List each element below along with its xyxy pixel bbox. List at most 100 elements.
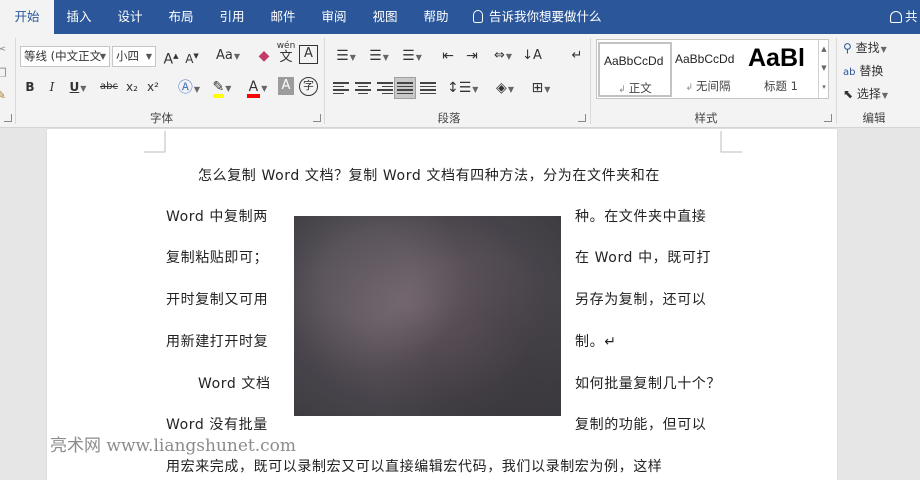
shading-button[interactable]: ◈▼: [489, 77, 521, 99]
tab-help[interactable]: 帮助: [417, 0, 455, 34]
align-right-button[interactable]: [375, 77, 395, 99]
styles-launcher-icon[interactable]: [824, 114, 832, 122]
multilevel-list-button[interactable]: ☰▼: [397, 45, 427, 67]
text-effects-button[interactable]: Ⓐ▼: [174, 76, 204, 98]
clipboard-launcher-icon[interactable]: [4, 114, 12, 122]
sort-az-icon: ↓A: [522, 48, 542, 63]
tab-view[interactable]: 视图: [366, 0, 404, 34]
font-size-dropdown[interactable]: 小四 ▼: [112, 46, 156, 67]
tab-design[interactable]: 设计: [111, 0, 149, 34]
phonetic-guide-button[interactable]: wén 文: [276, 40, 296, 70]
subscript-button[interactable]: x₂: [123, 76, 141, 98]
underline-icon: U: [69, 80, 80, 94]
tab-insert[interactable]: 插入: [60, 0, 98, 34]
font-group-label: 字体: [150, 111, 173, 125]
format-painter-icon[interactable]: ✎: [0, 84, 6, 106]
font-name-value: 等线 (中文正文: [24, 49, 102, 63]
grow-font-icon: A: [163, 51, 174, 68]
character-shading-button[interactable]: A: [278, 77, 294, 95]
tab-home[interactable]: 开始: [0, 0, 54, 34]
document-page[interactable]: 怎么复制 Word 文档？复制 Word 文档有四种方法，分为在文件夹和在 Wo…: [47, 129, 837, 480]
font-launcher-icon[interactable]: [313, 114, 321, 122]
paragraph-group-label: 段落: [437, 111, 461, 125]
strikethrough-button[interactable]: abc: [97, 76, 121, 98]
enclose-characters-button[interactable]: 字: [299, 77, 318, 96]
copy-icon[interactable]: ❐: [0, 62, 7, 84]
borders-icon: ⊞: [531, 80, 544, 96]
doc-line: Word 中复制两: [166, 209, 268, 225]
superscript-icon: x²: [147, 80, 159, 94]
group-separator: [324, 38, 325, 124]
show-marks-button[interactable]: ↵: [568, 45, 586, 67]
share-button[interactable]: 共: [890, 0, 918, 34]
doc-line: 制。↵: [575, 334, 617, 350]
style-name: 标题 1: [764, 79, 798, 93]
embedded-picture[interactable]: [294, 216, 561, 416]
style-no-spacing[interactable]: AaBbCcDd ↲ 无间隔: [671, 42, 745, 97]
eraser-icon: ◆: [258, 48, 270, 64]
doc-line: 用宏来完成，既可以录制宏又可以直接编辑宏代码，我们以录制宏为例，这样: [166, 459, 663, 475]
underline-button[interactable]: U▼: [66, 76, 90, 98]
group-separator: [590, 38, 591, 124]
gallery-down-icon[interactable]: ▼: [819, 59, 829, 78]
tab-mailings[interactable]: 邮件: [264, 0, 302, 34]
asian-layout-button[interactable]: ⇔▼: [488, 45, 518, 67]
decrease-indent-button[interactable]: ⇤: [438, 45, 458, 67]
shrink-font-button[interactable]: A▼: [183, 45, 201, 67]
tab-references[interactable]: 引用: [213, 0, 251, 34]
font-name-dropdown[interactable]: 等线 (中文正文 ▼: [20, 46, 110, 67]
gallery-more-icon[interactable]: ▾: [819, 78, 829, 97]
grow-font-button[interactable]: A▲: [162, 45, 180, 68]
gallery-scrollbar[interactable]: ▲ ▼ ▾: [818, 40, 829, 98]
clear-formatting-button[interactable]: ◆: [254, 45, 274, 67]
tab-review[interactable]: 审阅: [315, 0, 353, 34]
doc-line: 另存为复制，还可以: [575, 292, 707, 308]
style-name: ↲ 正文: [618, 81, 652, 95]
text-effects-icon: Ⓐ: [177, 78, 193, 96]
margin-corner-mark: [144, 131, 166, 153]
font-color-icon: A: [246, 80, 261, 98]
font-color-button[interactable]: A ▼: [242, 76, 272, 98]
asian-layout-icon: ⇔: [493, 48, 505, 63]
highlight-button[interactable]: ✎▼: [207, 76, 237, 98]
lightbulb-icon: [473, 10, 483, 23]
doc-line: 怎么复制 Word 文档？复制 Word 文档有四种方法，分为在文件夹和在: [198, 168, 660, 184]
sort-button[interactable]: ↓A: [521, 45, 543, 67]
distributed-button[interactable]: [418, 77, 438, 99]
gallery-up-icon[interactable]: ▲: [819, 40, 829, 59]
line-spacing-button[interactable]: ↕☰▼: [447, 77, 478, 99]
find-button[interactable]: ⚲ 查找▼: [843, 37, 917, 59]
shading-icon: A: [281, 78, 291, 93]
change-case-button[interactable]: Aa▼: [211, 45, 245, 67]
style-heading-1[interactable]: AaBl 标题 1: [744, 42, 818, 97]
borders-button[interactable]: ⊞▼: [526, 77, 556, 99]
bold-button[interactable]: B: [22, 76, 38, 98]
paragraph-launcher-icon[interactable]: [578, 114, 586, 122]
change-case-icon: Aa: [215, 48, 233, 63]
replace-button[interactable]: ab 替换: [843, 60, 917, 82]
style-normal[interactable]: AaBbCcDd ↲ 正文: [598, 42, 672, 97]
tab-layout[interactable]: 布局: [162, 0, 200, 34]
style-sample: AaBbCcDd: [675, 52, 735, 66]
ribbon-home: ✂ ❐ ✎ 等线 (中文正文 ▼ 小四 ▼ A▲ A▼ Aa▼ ◆ wén 文 A …: [0, 34, 920, 128]
boxed-char-icon: A: [304, 46, 313, 61]
cut-icon[interactable]: ✂: [0, 38, 6, 60]
align-left-button[interactable]: [331, 77, 351, 99]
superscript-button[interactable]: x²: [144, 76, 162, 98]
character-border-button[interactable]: A: [299, 45, 318, 64]
italic-button[interactable]: I: [44, 76, 60, 98]
doc-line: 用新建打开时复: [166, 334, 269, 350]
person-icon: [890, 11, 902, 23]
increase-indent-button[interactable]: ⇥: [462, 45, 482, 67]
justify-button[interactable]: [394, 77, 416, 99]
bullets-button[interactable]: ☰▼: [331, 45, 361, 67]
styles-gallery: AaBbCcDd ↲ 正文 AaBbCcDd ↲ 无间隔 AaBl 标题 1 ▲ ▼…: [596, 39, 829, 99]
select-button[interactable]: ⬉ 选择▼: [843, 83, 917, 105]
multilevel-list-icon: ☰: [402, 48, 415, 64]
style-sample: AaBl: [748, 44, 805, 72]
doc-line: Word 文档: [198, 376, 271, 392]
align-center-button[interactable]: [353, 77, 373, 99]
numbering-button[interactable]: ☰▼: [364, 45, 394, 67]
indent-icon: ⇥: [466, 48, 478, 64]
tell-me-search[interactable]: 告诉我你想要做什么: [473, 0, 602, 34]
